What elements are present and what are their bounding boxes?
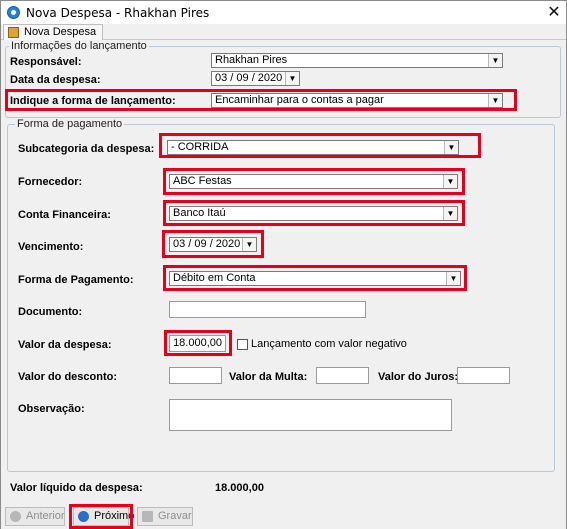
close-button[interactable]: ✕	[545, 3, 563, 21]
chevron-down-icon: ▼	[488, 54, 502, 67]
conta-financeira-select[interactable]: Banco Itaú ▼	[169, 206, 458, 221]
forma-pagamento-label: Forma de Pagamento:	[18, 274, 134, 286]
arrow-left-icon	[10, 511, 21, 522]
forma-lancamento-select[interactable]: Encaminhar para o contas a pagar ▼	[211, 93, 503, 108]
responsavel-label: Responsável:	[10, 56, 82, 68]
chevron-down-icon: ▼	[443, 175, 457, 188]
forma-lancamento-value: Encaminhar para o contas a pagar	[215, 94, 384, 106]
vencimento-value: 03 / 09 / 2020	[173, 238, 241, 250]
expense-tab-icon	[8, 27, 19, 38]
dialog-window: Nova Despesa - Rhakhan Pires ✕ Nova Desp…	[0, 0, 567, 529]
subcategoria-value: - CORRIDA	[171, 141, 229, 153]
tab-strip: Nova Despesa	[1, 24, 566, 40]
juros-input[interactable]	[457, 367, 510, 384]
valor-negativo-label: Lançamento com valor negativo	[251, 338, 407, 350]
gravar-label: Gravar	[158, 510, 192, 522]
arrow-right-icon	[78, 511, 89, 522]
juros-label: Valor do Juros:	[378, 371, 459, 383]
group-informacoes-legend: Informações do lançamento	[9, 40, 149, 52]
desconto-label: Valor do desconto:	[18, 371, 118, 383]
data-despesa-value: 03 / 09 / 2020	[215, 72, 283, 84]
subcategoria-label: Subcategoria da despesa:	[18, 143, 155, 155]
desconto-input[interactable]	[169, 367, 222, 384]
fornecedor-select[interactable]: ABC Festas ▼	[169, 174, 458, 189]
chevron-down-icon: ▼	[443, 207, 457, 220]
valor-liquido-label: Valor líquido da despesa:	[10, 482, 143, 494]
multa-label: Valor da Multa:	[229, 371, 308, 383]
save-icon	[142, 511, 153, 522]
data-despesa-label: Data da despesa:	[10, 74, 101, 86]
vencimento-label: Vencimento:	[18, 241, 84, 253]
fornecedor-value: ABC Festas	[173, 175, 232, 187]
chevron-down-icon: ▼	[488, 94, 502, 107]
gravar-button[interactable]: Gravar	[137, 507, 193, 526]
forma-pagamento-value: Débito em Conta	[173, 272, 256, 284]
window-title: Nova Despesa - Rhakhan Pires	[26, 6, 210, 20]
valor-liquido-value: 18.000,00	[215, 482, 264, 494]
forma-pagamento-select[interactable]: Débito em Conta ▼	[169, 271, 461, 286]
chevron-down-icon: ▼	[242, 238, 256, 251]
proximo-button[interactable]: Próximo	[73, 507, 134, 526]
tab-label: Nova Despesa	[24, 26, 97, 38]
anterior-label: Anterior	[26, 510, 65, 522]
tab-nova-despesa[interactable]: Nova Despesa	[3, 24, 104, 40]
multa-input[interactable]	[316, 367, 369, 384]
fornecedor-label: Fornecedor:	[18, 176, 83, 188]
documento-input[interactable]	[169, 301, 366, 318]
observacao-textarea[interactable]	[169, 399, 452, 431]
proximo-label: Próximo	[94, 510, 135, 522]
app-logo-icon	[7, 6, 20, 19]
responsavel-select[interactable]: Rhakhan Pires ▼	[211, 53, 503, 68]
conta-financeira-label: Conta Financeira:	[18, 209, 111, 221]
chevron-down-icon: ▼	[446, 272, 460, 285]
conta-financeira-value: Banco Itaú	[173, 207, 226, 219]
button-bar: Anterior Próximo Gravar	[1, 504, 566, 529]
valor-despesa-input[interactable]: 18.000,00	[169, 335, 226, 352]
vencimento-picker[interactable]: 03 / 09 / 2020 ▼	[169, 237, 257, 252]
title-bar: Nova Despesa - Rhakhan Pires ✕	[1, 1, 566, 24]
form-content: Informações do lançamento Responsável: R…	[3, 40, 564, 501]
documento-label: Documento:	[18, 306, 83, 318]
group-forma-pagamento-legend: Forma de pagamento	[15, 118, 125, 130]
data-despesa-picker[interactable]: 03 / 09 / 2020 ▼	[211, 71, 300, 86]
chevron-down-icon: ▼	[285, 72, 299, 85]
observacao-label: Observação:	[18, 403, 85, 415]
valor-negativo-checkbox[interactable]	[237, 339, 248, 350]
chevron-down-icon: ▼	[444, 141, 458, 154]
valor-despesa-label: Valor da despesa:	[18, 339, 112, 351]
anterior-button[interactable]: Anterior	[5, 507, 65, 526]
subcategoria-select[interactable]: - CORRIDA ▼	[167, 140, 459, 155]
responsavel-value: Rhakhan Pires	[215, 54, 288, 66]
forma-lancamento-label: Indique a forma de lançamento:	[10, 95, 176, 107]
